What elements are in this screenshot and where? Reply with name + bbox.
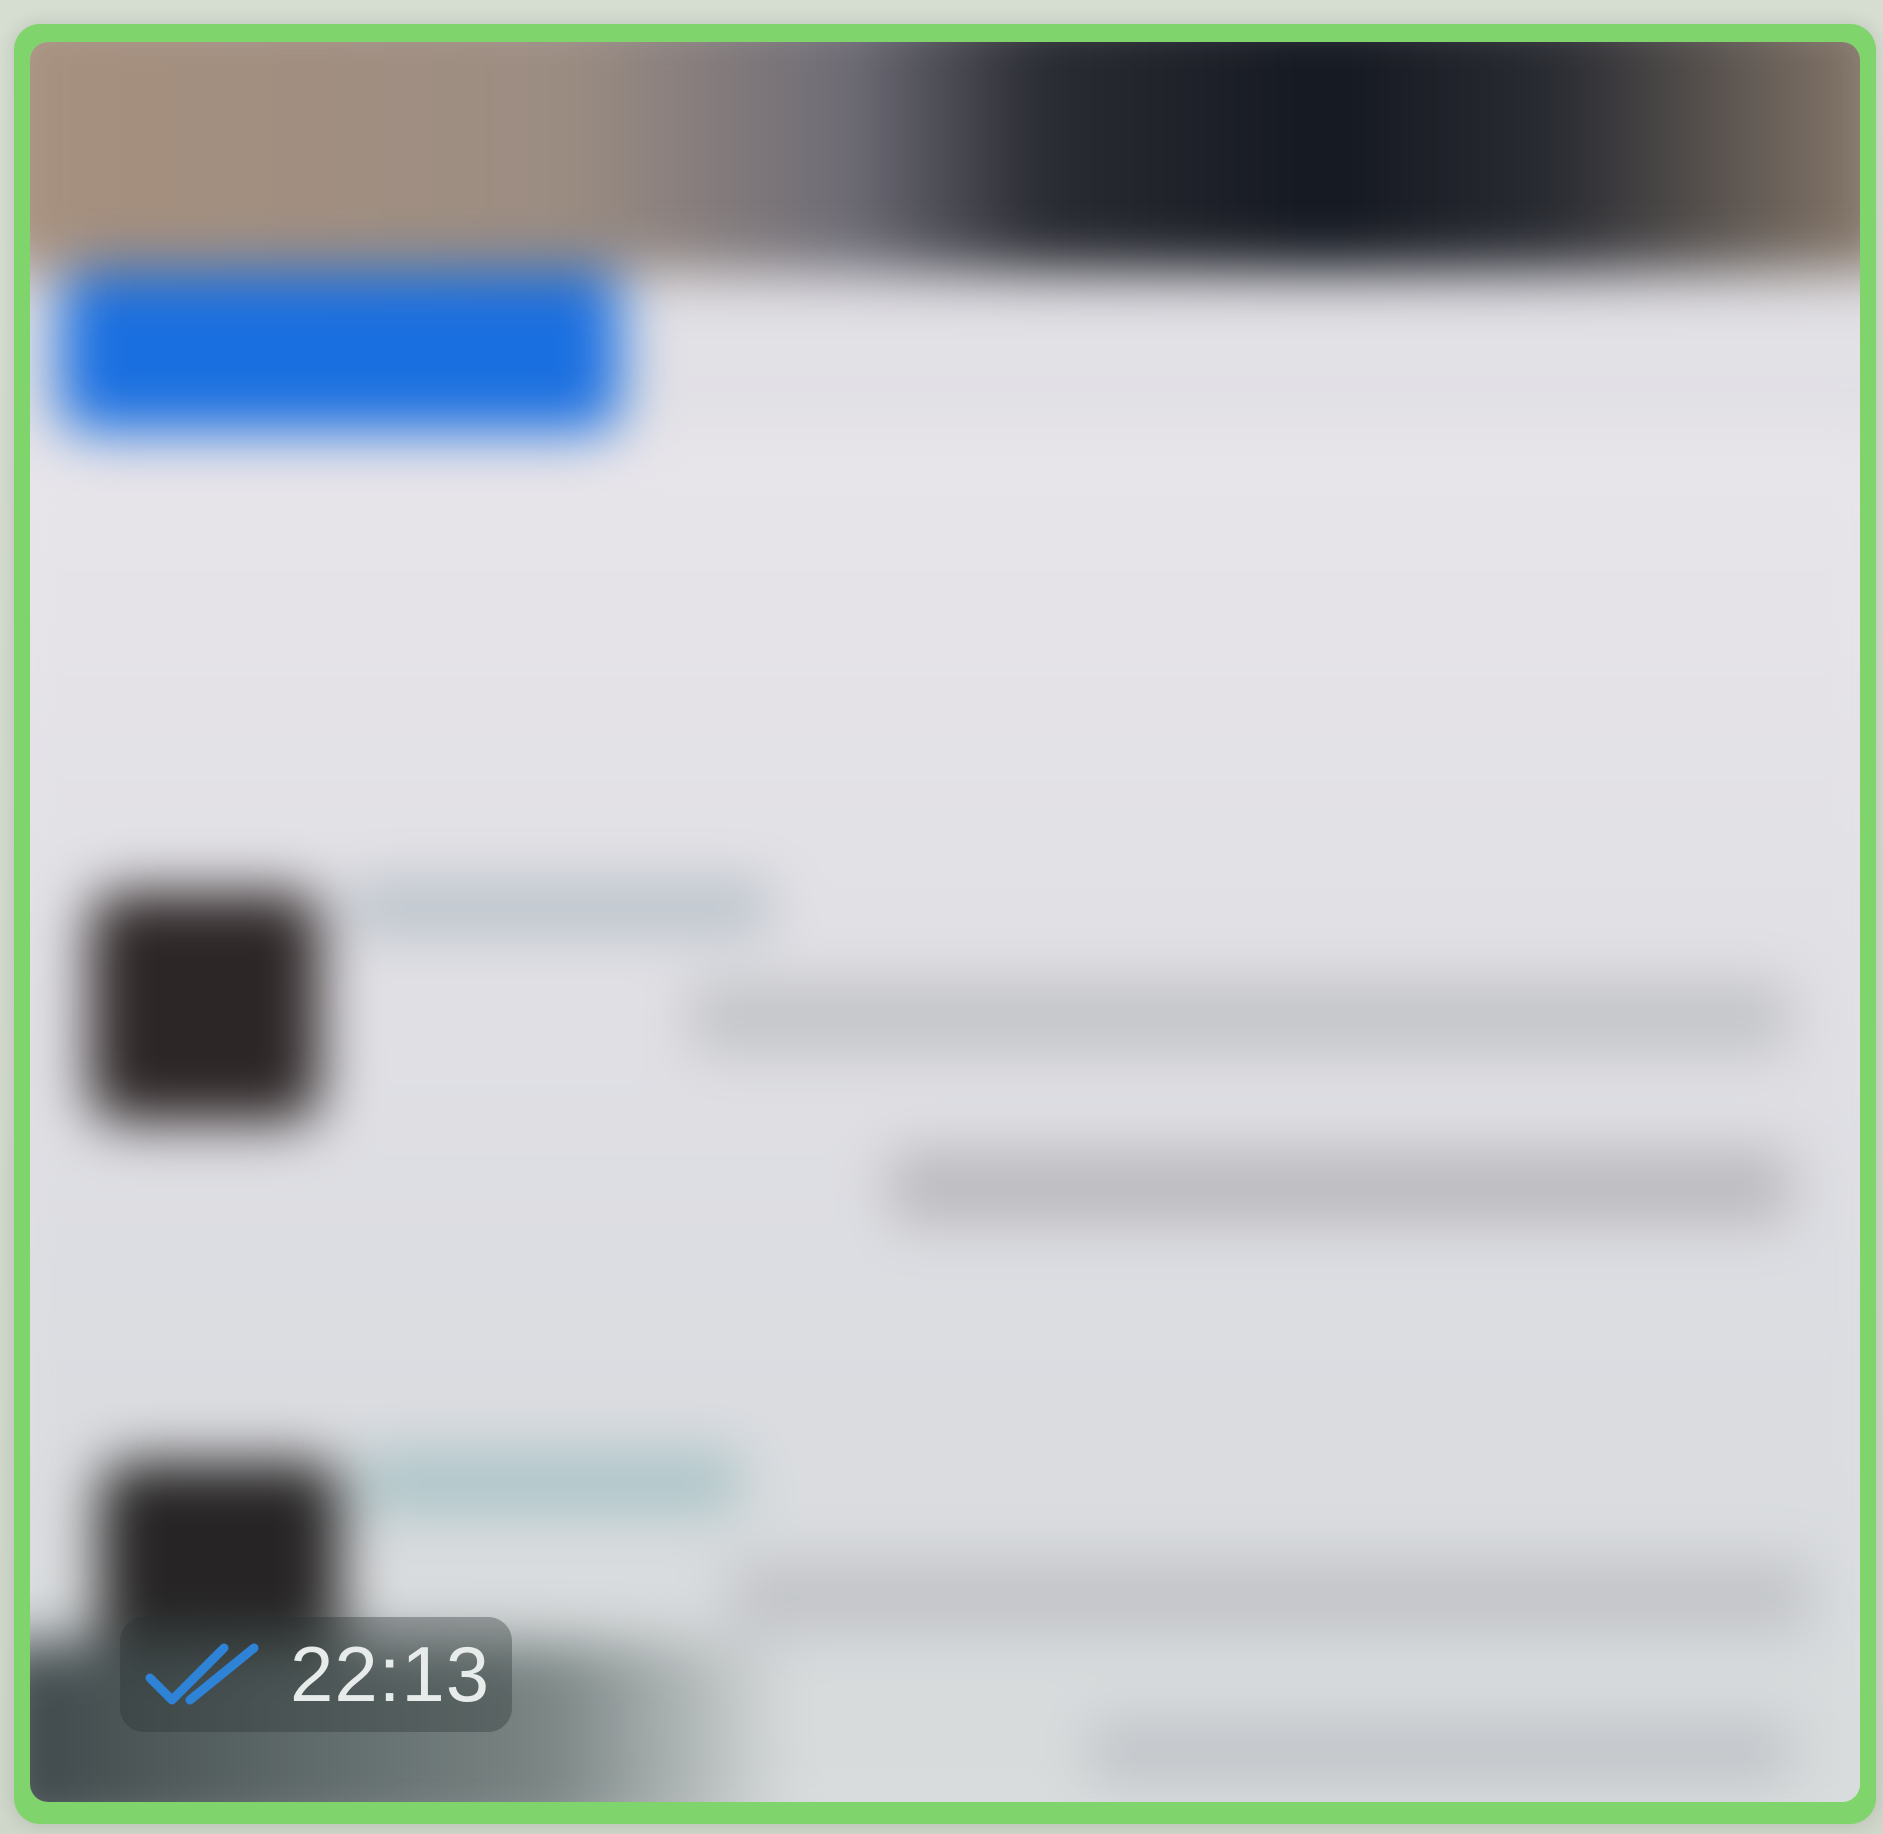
message-time: 22:13 [290,1630,491,1718]
chat-view: 22:13 [0,0,1883,1834]
message-meta: 22:13 [120,1617,513,1732]
image-content [30,42,1860,1802]
image-region-text-row [350,882,770,932]
image-region-text-row [360,1452,740,1512]
image-region-text-row [690,982,1790,1052]
image-region-avatar-1 [90,892,320,1122]
image-region-text-row [1090,1722,1790,1782]
image-region-text-row [890,1152,1790,1222]
image-region-top-band [30,42,1860,272]
double-check-icon [142,1640,262,1710]
image-region-text-row [730,1562,1810,1632]
image-region-blue-block [60,272,620,432]
blurred-image-attachment[interactable]: 22:13 [30,42,1860,1802]
message-bubble[interactable]: 22:13 [14,24,1876,1824]
